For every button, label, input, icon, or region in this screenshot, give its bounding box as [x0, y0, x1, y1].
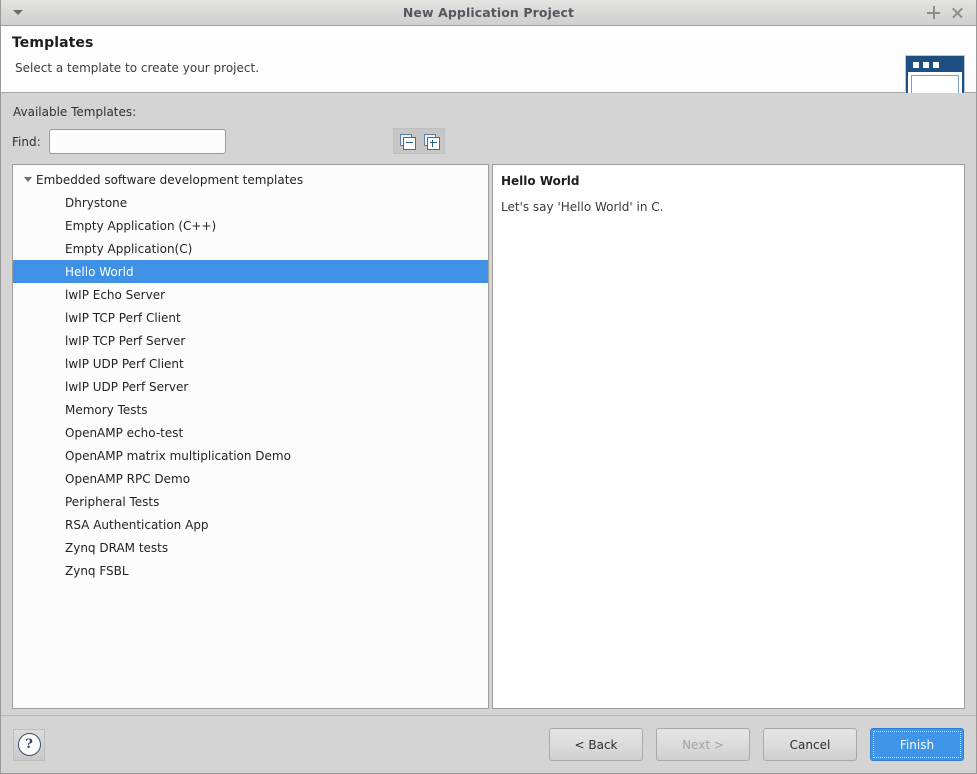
tree-item[interactable]: Memory Tests: [13, 398, 488, 421]
tree-item-label: lwIP TCP Perf Client: [65, 311, 181, 325]
tree-item[interactable]: Zynq FSBL: [13, 559, 488, 582]
tree-item-label: Memory Tests: [65, 403, 148, 417]
tree-item-label: Peripheral Tests: [65, 495, 159, 509]
tree-item-label: Zynq FSBL: [65, 564, 129, 578]
tree-item[interactable]: Dhrystone: [13, 191, 488, 214]
tree-item-label: Empty Application(C): [65, 242, 192, 256]
available-templates-label: Available Templates:: [13, 105, 965, 119]
application-window-icon-dot: [933, 62, 939, 68]
application-window-icon-titlebar: [908, 58, 962, 72]
tree-item[interactable]: lwIP TCP Perf Client: [13, 306, 488, 329]
cancel-button[interactable]: Cancel: [763, 728, 857, 761]
help-question-icon: ?: [18, 733, 41, 756]
tree-toolbar: [393, 128, 445, 154]
tree-item-label: Dhrystone: [65, 196, 127, 210]
help-button[interactable]: ?: [13, 729, 45, 761]
dialog-header: Templates Select a template to create yo…: [1, 26, 976, 93]
page-subtitle: Select a template to create your project…: [15, 61, 976, 75]
tree-item-label: lwIP Echo Server: [65, 288, 165, 302]
description-panel: Hello World Let's say 'Hello World' in C…: [492, 164, 965, 709]
description-title: Hello World: [501, 174, 954, 188]
templates-tree: Embedded software development templates …: [13, 165, 488, 582]
tree-item[interactable]: lwIP UDP Perf Client: [13, 352, 488, 375]
dialog-body: Available Templates: Find:: [1, 93, 976, 715]
tree-item[interactable]: OpenAMP echo-test: [13, 421, 488, 444]
collapse-all-button[interactable]: [396, 131, 418, 151]
title-bar: New Application Project: [1, 0, 976, 26]
chevron-down-icon: [13, 10, 23, 15]
description-text: Let's say 'Hello World' in C.: [501, 200, 954, 216]
expand-triangle-icon[interactable]: [20, 177, 36, 182]
collapse-all-icon: [400, 134, 415, 149]
tree-root-node[interactable]: Embedded software development templates: [13, 168, 488, 191]
tree-item-label: Hello World: [65, 265, 134, 279]
tree-item[interactable]: Hello World: [13, 260, 488, 283]
tree-item[interactable]: lwIP TCP Perf Server: [13, 329, 488, 352]
maximize-icon[interactable]: [926, 5, 941, 20]
window-controls: [926, 0, 976, 25]
tree-item[interactable]: OpenAMP matrix multiplication Demo: [13, 444, 488, 467]
expand-all-button[interactable]: [420, 131, 442, 151]
back-button[interactable]: < Back: [549, 728, 643, 761]
window-title: New Application Project: [1, 5, 976, 20]
find-row: Find:: [12, 128, 965, 155]
tree-item[interactable]: Empty Application(C): [13, 237, 488, 260]
tree-item[interactable]: lwIP UDP Perf Server: [13, 375, 488, 398]
tree-item-label: Zynq DRAM tests: [65, 541, 168, 555]
tree-item[interactable]: lwIP Echo Server: [13, 283, 488, 306]
next-button: Next >: [656, 728, 750, 761]
find-label: Find:: [12, 135, 41, 149]
dialog-footer: ? < Back Next > Cancel Finish: [1, 715, 976, 773]
tree-item-label: lwIP TCP Perf Server: [65, 334, 185, 348]
application-window-icon-dot: [913, 62, 919, 68]
tree-item-label: Empty Application (C++): [65, 219, 216, 233]
application-window-icon-dot: [923, 62, 929, 68]
new-application-project-dialog: New Application Project Templates Select…: [0, 0, 977, 774]
close-icon[interactable]: [950, 5, 965, 20]
tree-item[interactable]: Peripheral Tests: [13, 490, 488, 513]
tree-item[interactable]: OpenAMP RPC Demo: [13, 467, 488, 490]
tree-item[interactable]: RSA Authentication App: [13, 513, 488, 536]
tree-item-label: lwIP UDP Perf Client: [65, 357, 184, 371]
find-input[interactable]: [49, 129, 226, 154]
tree-item[interactable]: Zynq DRAM tests: [13, 536, 488, 559]
finish-button[interactable]: Finish: [870, 728, 964, 761]
templates-tree-panel[interactable]: Embedded software development templates …: [12, 164, 489, 709]
tree-item[interactable]: Empty Application (C++): [13, 214, 488, 237]
tree-item-label: OpenAMP RPC Demo: [65, 472, 190, 486]
window-menu-button[interactable]: [1, 0, 35, 25]
expand-all-icon: [424, 134, 439, 149]
tree-item-label: OpenAMP matrix multiplication Demo: [65, 449, 291, 463]
tree-item-label: lwIP UDP Perf Server: [65, 380, 188, 394]
footer-button-group: < Back Next > Cancel Finish: [549, 728, 964, 761]
panels: Embedded software development templates …: [12, 164, 965, 709]
page-title: Templates: [12, 35, 976, 51]
tree-item-label: OpenAMP echo-test: [65, 426, 183, 440]
tree-root-label: Embedded software development templates: [36, 173, 303, 187]
tree-item-label: RSA Authentication App: [65, 518, 209, 532]
